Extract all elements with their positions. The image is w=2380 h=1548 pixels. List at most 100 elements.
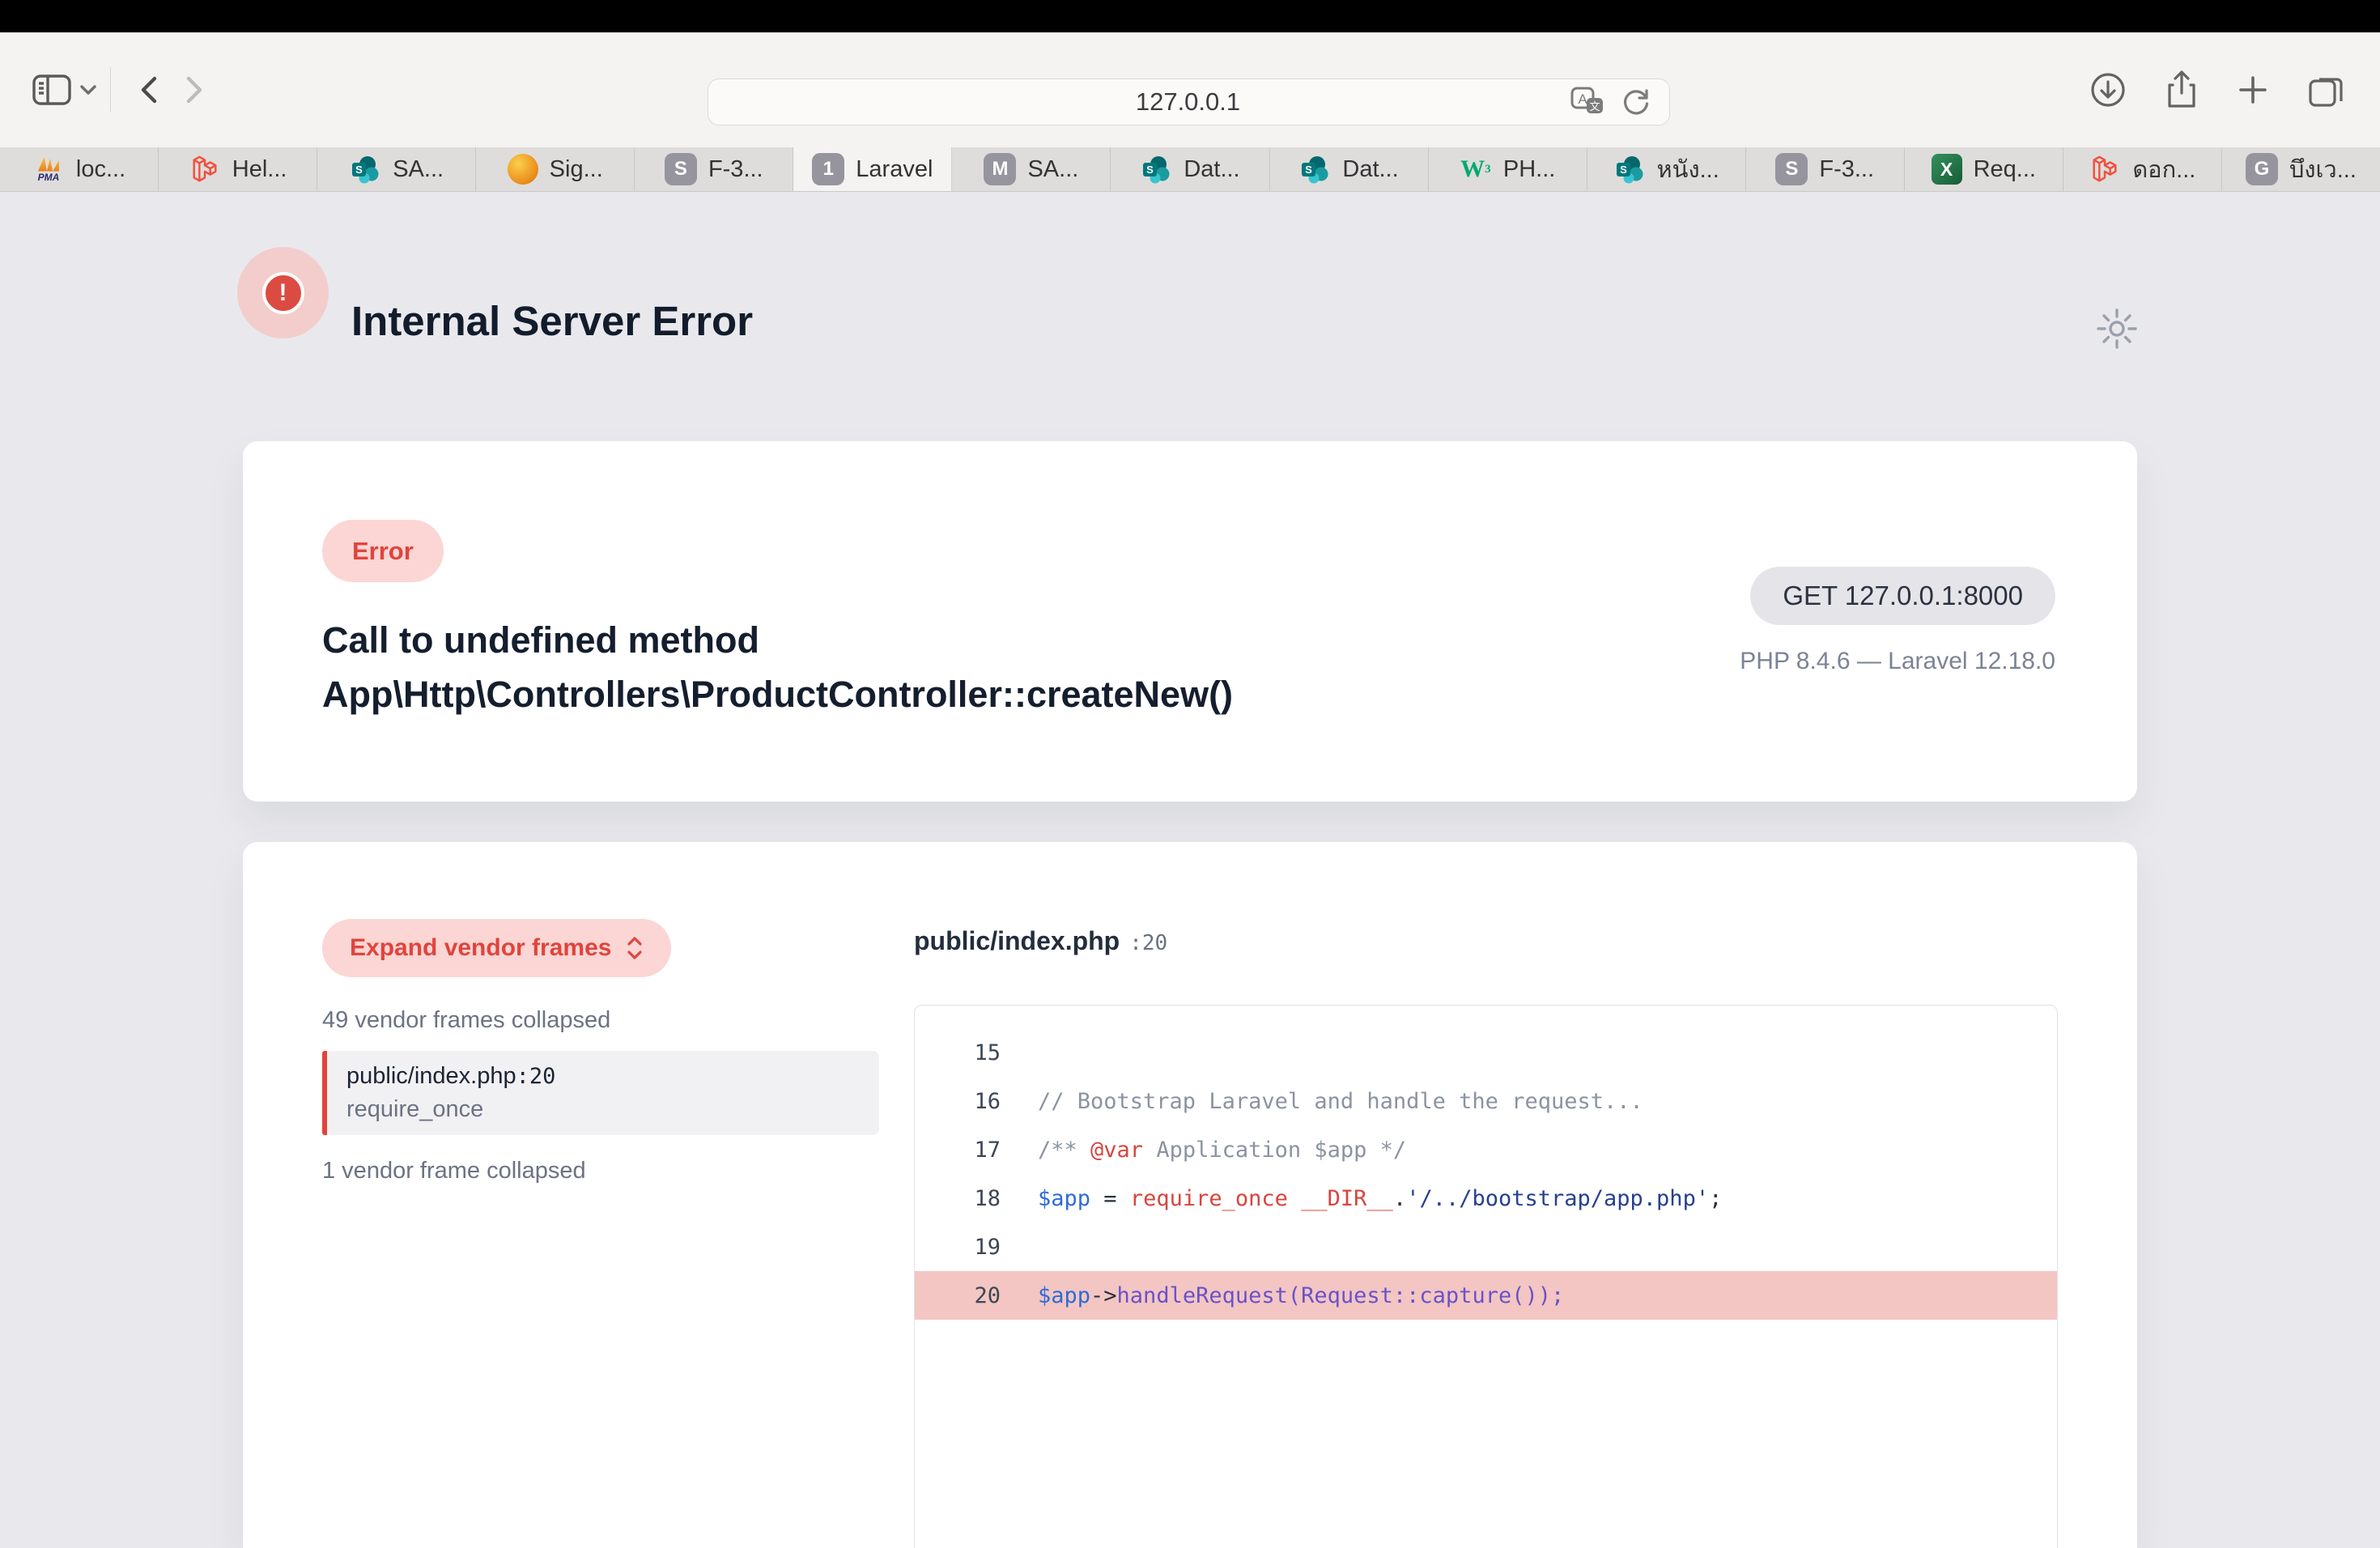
address-bar[interactable]: 127.0.0.1 A 文 xyxy=(708,79,1670,125)
stack-frame-item[interactable]: public/index.php:20 require_once xyxy=(322,1051,879,1135)
exception-message: Call to undefined method App\Http\Contro… xyxy=(322,613,1233,721)
sharepoint-icon: S xyxy=(349,153,381,185)
laravel-icon xyxy=(189,153,221,185)
laravel-error-page: ! Internal Server Error Error Call to un… xyxy=(0,192,2380,1548)
stack-frame-line-number: :20 xyxy=(516,1064,556,1089)
tab-label: F-3... xyxy=(1819,156,1874,183)
tab-label: Sig... xyxy=(550,156,603,183)
address-bar-icons: A 文 xyxy=(1570,86,1669,118)
sidebar-icon xyxy=(31,72,73,108)
error-type-badge: Error xyxy=(322,520,444,582)
toolbar-right-group xyxy=(2089,32,2346,147)
browser-tab[interactable]: W3PH... xyxy=(1429,147,1587,191)
svg-text:S: S xyxy=(1146,164,1154,176)
tab-label: บึงเว... xyxy=(2289,151,2357,188)
vendor-frames-collapsed-below: 1 vendor frame collapsed xyxy=(322,1158,586,1184)
browser-tab[interactable]: S SA... xyxy=(317,147,476,191)
line-number: 17 xyxy=(939,1138,1001,1163)
sun-icon xyxy=(2095,307,2139,351)
vendor-frames-collapsed-above: 49 vendor frames collapsed xyxy=(322,1007,610,1034)
line-source: $app = require_once __DIR__.'/../bootstr… xyxy=(1038,1186,1722,1211)
new-tab-button[interactable] xyxy=(2236,73,2270,107)
line-number: 20 xyxy=(939,1283,1001,1308)
stack-frame-method: require_once xyxy=(346,1096,860,1123)
expand-collapse-icon xyxy=(626,933,644,963)
expand-vendor-frames-button[interactable]: Expand vendor frames xyxy=(322,919,671,977)
sidebar-toggle-button[interactable] xyxy=(31,72,73,108)
browser-tab[interactable]: Gบึงเว... xyxy=(2222,147,2380,191)
page-title: Internal Server Error xyxy=(351,297,753,345)
browser-tab[interactable]: S F-3... xyxy=(1746,147,1905,191)
browser-tab-active[interactable]: 1 Laravel xyxy=(793,147,952,191)
code-viewer-header: public/index.php :20 xyxy=(914,926,1167,956)
theme-toggle-button[interactable] xyxy=(2095,307,2139,353)
tab-label: Dat... xyxy=(1342,156,1398,183)
exception-message-line2: App\Http\Controllers\ProductController::… xyxy=(322,667,1233,721)
exception-card: Error Call to undefined method App\Http\… xyxy=(243,441,2137,802)
tab-label: PH... xyxy=(1503,156,1555,183)
tab-label: Req... xyxy=(1974,156,2036,183)
browser-tab[interactable]: PMAloc... xyxy=(0,147,159,191)
exclamation-icon: ! xyxy=(262,272,304,314)
code-line: 19 xyxy=(915,1223,2057,1271)
pma-icon: PMA xyxy=(32,153,65,185)
browser-tab[interactable]: Sig... xyxy=(476,147,635,191)
line-number: 15 xyxy=(939,1040,1001,1065)
code-line: 16// Bootstrap Laravel and handle the re… xyxy=(915,1077,2057,1125)
tab-label: SA... xyxy=(393,156,444,183)
toolbar-left-group xyxy=(31,32,206,147)
system-top-bar xyxy=(0,0,2380,32)
tab-label: SA... xyxy=(1027,156,1078,183)
code-viewer: 15 16// Bootstrap Laravel and handle the … xyxy=(914,1005,2058,1548)
tab-label: Laravel xyxy=(856,156,933,183)
browser-tab[interactable]: M SA... xyxy=(952,147,1111,191)
browser-tab[interactable]: ดอก... xyxy=(2063,147,2222,191)
browser-tab[interactable]: Sหนัง... xyxy=(1587,147,1746,191)
stack-frame-file-name: public/index.php xyxy=(346,1063,516,1089)
request-method-badge: GET 127.0.0.1:8000 xyxy=(1750,567,2055,625)
svg-text:S: S xyxy=(355,164,363,176)
line-source: $app->handleRequest(Request::capture()); xyxy=(1038,1283,1564,1308)
reload-icon[interactable] xyxy=(1621,86,1651,118)
tab-label: F-3... xyxy=(708,156,763,183)
code-line-highlighted: 20 $app->handleRequest(Request::capture()… xyxy=(915,1271,2057,1320)
browser-tab[interactable]: XReq... xyxy=(1905,147,2063,191)
letter-badge-icon: M xyxy=(984,153,1016,185)
sidebar-menu-chevron-button[interactable] xyxy=(78,83,99,97)
tab-label: ดอก... xyxy=(2132,151,2195,188)
stack-trace-card: Expand vendor frames 49 vendor frames co… xyxy=(243,842,2137,1548)
browser-tab[interactable]: Hel... xyxy=(159,147,317,191)
back-arrow-icon xyxy=(137,72,161,108)
sharepoint-icon: S xyxy=(1140,153,1172,185)
tab-overview-button[interactable] xyxy=(2306,70,2346,110)
tab-label: Hel... xyxy=(232,156,287,183)
stack-frame-file: public/index.php:20 xyxy=(346,1063,860,1090)
svg-text:A: A xyxy=(1578,91,1587,107)
svg-text:文: 文 xyxy=(1589,100,1600,113)
line-number: 18 xyxy=(939,1186,1001,1211)
share-button[interactable] xyxy=(2163,69,2200,111)
address-bar-url: 127.0.0.1 xyxy=(708,87,1570,117)
browser-tab[interactable]: SDat... xyxy=(1111,147,1269,191)
download-icon xyxy=(2089,70,2127,109)
code-line: 17/** @var Application $app */ xyxy=(915,1125,2057,1174)
forward-button[interactable] xyxy=(182,72,206,108)
code-line: 15 xyxy=(915,1028,2057,1077)
back-button[interactable] xyxy=(137,72,161,108)
line-number: 19 xyxy=(939,1235,1001,1260)
letter-badge-icon: S xyxy=(1775,153,1808,185)
browser-toolbar: 127.0.0.1 A 文 xyxy=(0,32,2380,147)
downloads-button[interactable] xyxy=(2089,70,2127,109)
letter-badge-icon: 1 xyxy=(812,153,844,185)
line-source: // Bootstrap Laravel and handle the requ… xyxy=(1038,1089,1643,1114)
versions-text: PHP 8.4.6 — Laravel 12.18.0 xyxy=(1740,648,2055,675)
share-icon xyxy=(2163,69,2200,111)
browser-tab[interactable]: SDat... xyxy=(1270,147,1429,191)
code-file-name: public/index.php xyxy=(914,926,1120,956)
browser-tab[interactable]: SF-3... xyxy=(635,147,793,191)
code-lines: 15 16// Bootstrap Laravel and handle the … xyxy=(915,1028,2057,1320)
laravel-icon xyxy=(2089,153,2121,185)
translate-icon[interactable]: A 文 xyxy=(1570,87,1604,117)
svg-text:S: S xyxy=(1620,164,1627,176)
expand-vendor-frames-label: Expand vendor frames xyxy=(350,934,611,962)
